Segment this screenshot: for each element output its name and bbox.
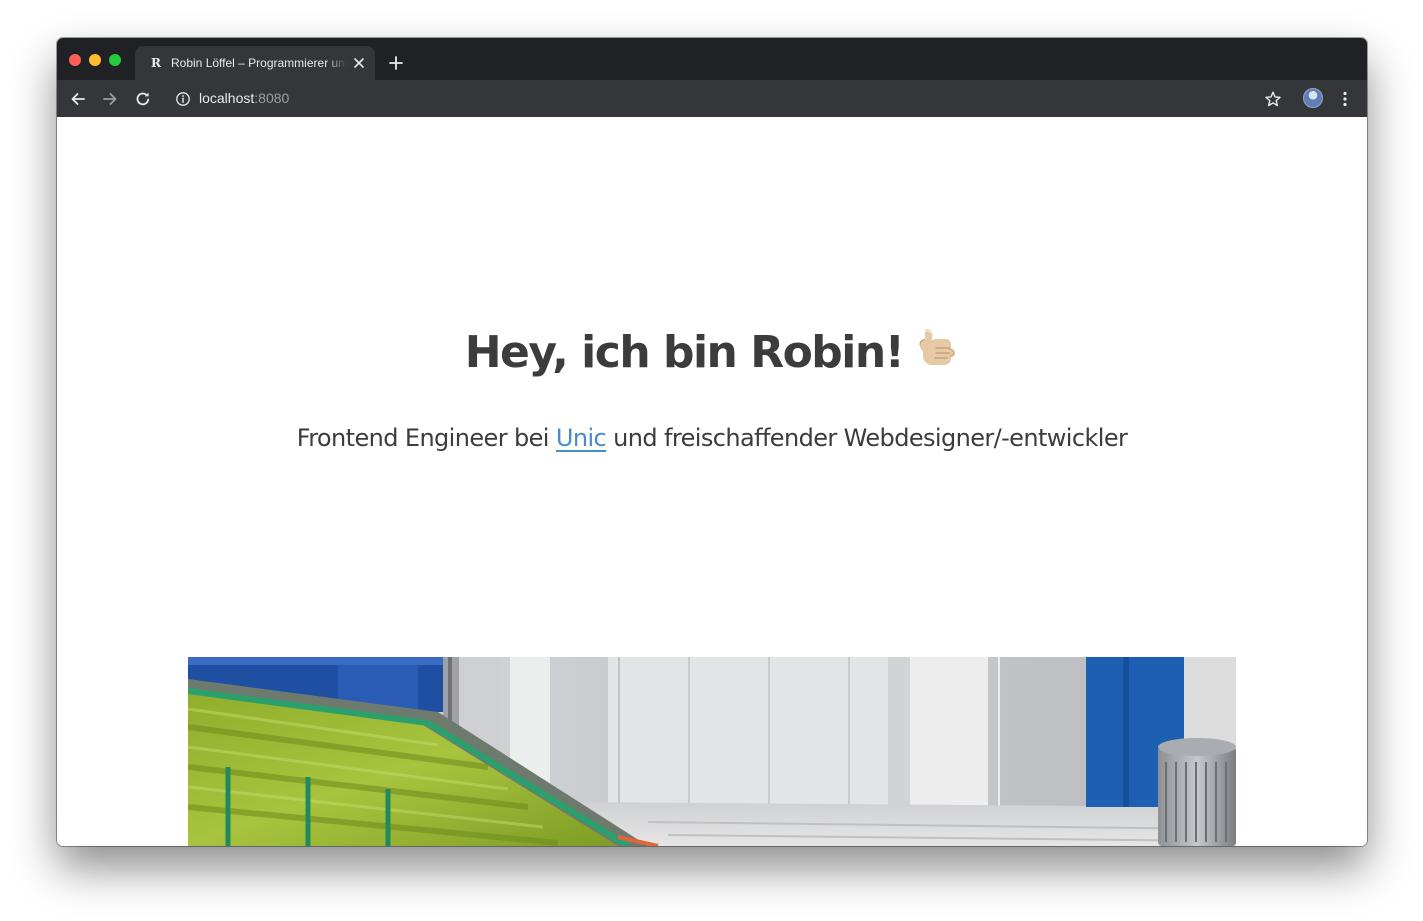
browser-window: R Robin Löffel – Programmierer und Gesta… <box>57 38 1367 846</box>
window-minimize-button[interactable] <box>89 54 101 66</box>
arrow-right-icon[interactable] <box>100 89 120 109</box>
title-text: Hey, ich bin Robin! <box>464 327 905 378</box>
tab-strip: R Robin Löffel – Programmierer und Gesta… <box>57 38 1367 80</box>
close-icon[interactable] <box>351 55 367 71</box>
page-viewport: Hey, ich bin Robin! Frontend Engineer be… <box>57 117 1367 846</box>
reload-icon[interactable] <box>133 89 153 109</box>
unic-link[interactable]: Unic <box>556 424 607 452</box>
browser-toolbar: localhost:8080 <box>57 80 1367 117</box>
info-icon[interactable] <box>175 91 191 107</box>
plus-icon[interactable] <box>387 54 405 72</box>
subtitle-text-after: und freischaffender Webdesigner/-entwick… <box>606 424 1128 452</box>
page-title: Hey, ich bin Robin! <box>57 323 1367 383</box>
tab-title: Robin Löffel – Programmierer und Gestalt… <box>171 56 347 70</box>
star-icon[interactable] <box>1263 89 1283 109</box>
avatar[interactable] <box>1303 88 1323 108</box>
address-bar[interactable]: localhost:8080 <box>165 84 1260 113</box>
arrow-left-icon[interactable] <box>68 89 88 109</box>
page-subtitle: Frontend Engineer bei Unic und freischaf… <box>57 421 1367 455</box>
tab-favicon: R <box>151 56 161 70</box>
browser-tab[interactable]: R Robin Löffel – Programmierer und Gesta… <box>135 46 375 80</box>
url-text[interactable]: localhost:8080 <box>199 90 289 107</box>
subtitle-text-before: Frontend Engineer bei <box>296 424 556 452</box>
url-port: :8080 <box>254 90 290 106</box>
warehouse-conveyor-photo <box>188 657 1236 846</box>
call-me-hand-icon <box>919 329 956 365</box>
url-host: localhost <box>199 90 255 106</box>
window-close-button[interactable] <box>69 54 81 66</box>
window-maximize-button[interactable] <box>109 54 121 66</box>
kebab-menu-icon[interactable] <box>1335 89 1355 109</box>
hero-image <box>188 657 1236 846</box>
